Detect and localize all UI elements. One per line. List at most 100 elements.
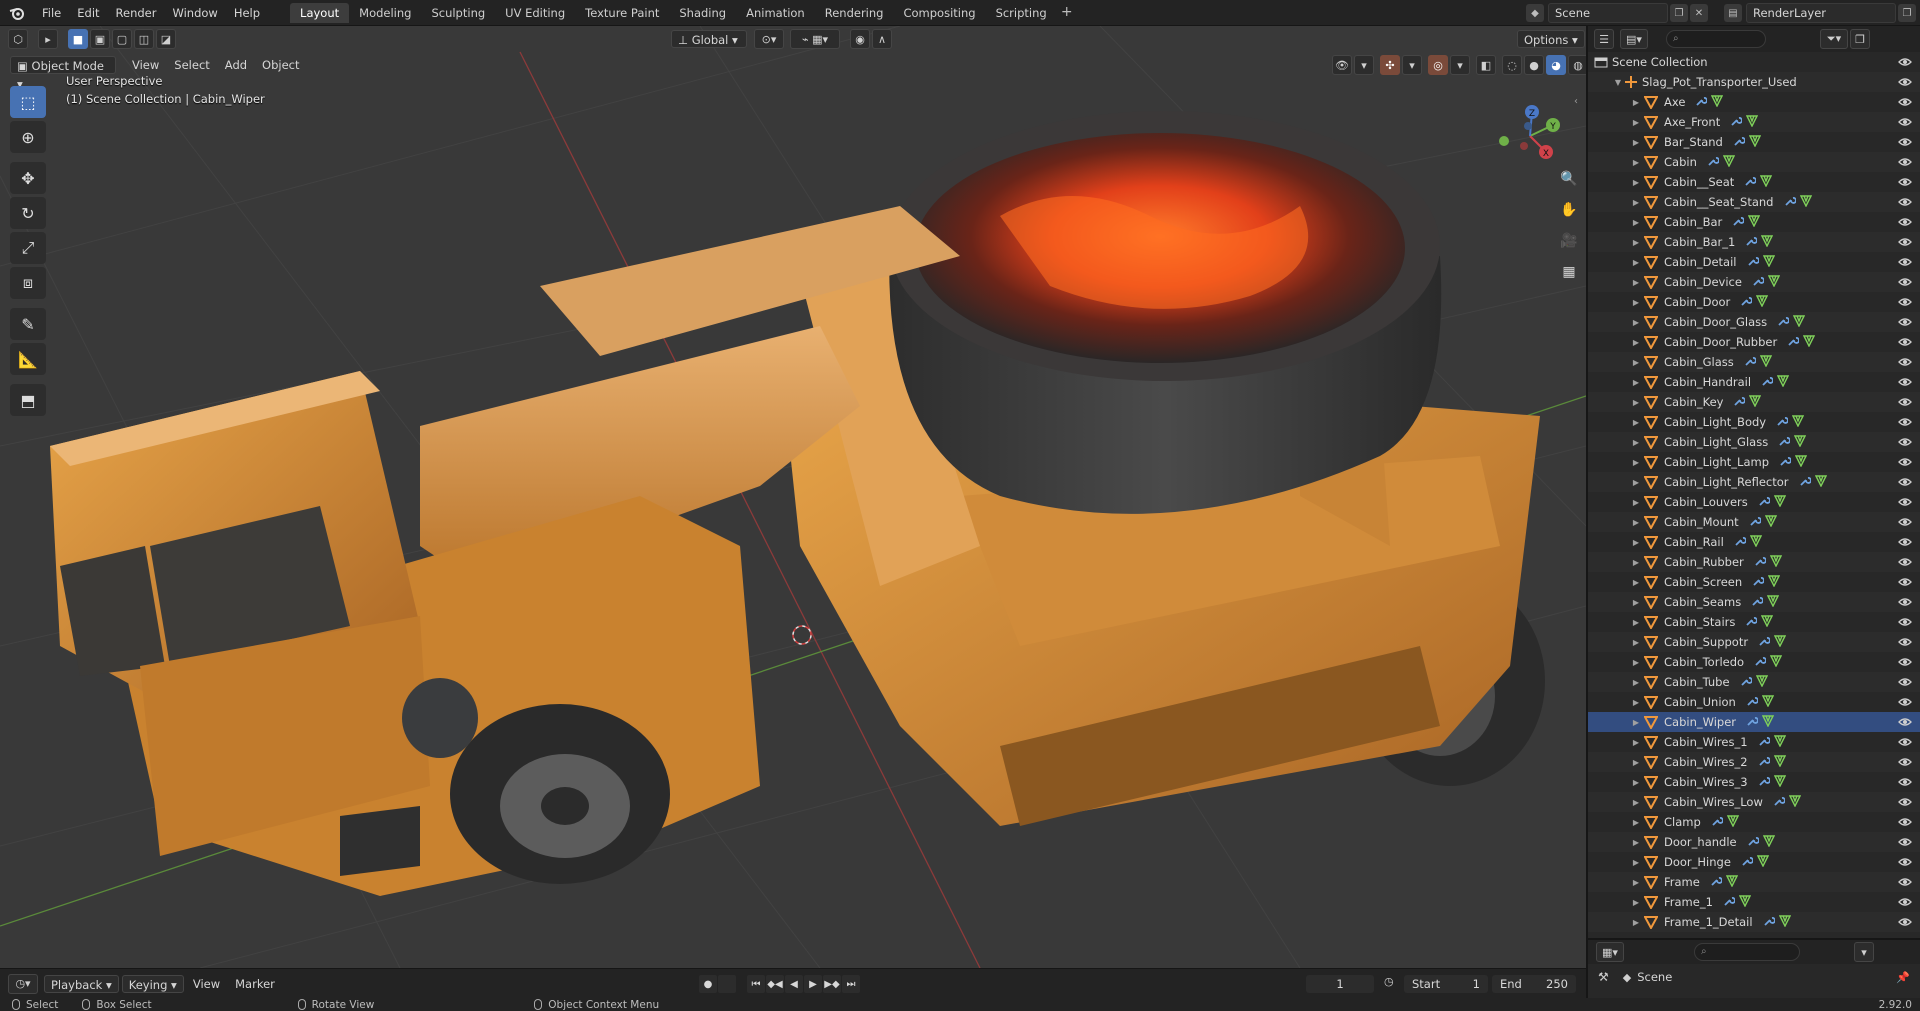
visibility-eye-icon[interactable] — [1898, 835, 1912, 849]
camera-view-icon[interactable]: 🎥 — [1556, 228, 1582, 254]
visibility-eye-icon[interactable] — [1898, 195, 1912, 209]
visibility-eye-icon[interactable] — [1898, 535, 1912, 549]
options-dropdown[interactable]: Options ▾ — [1517, 30, 1585, 48]
measure-tool-icon[interactable]: 📐 — [10, 343, 46, 375]
playback-dropdown[interactable]: Playback ▾ — [44, 974, 119, 993]
outliner-item[interactable]: ▶ Cabin_Torledo — [1588, 652, 1920, 672]
outliner-item[interactable]: ▶ Cabin_Suppotr — [1588, 632, 1920, 652]
mesh-data-icon[interactable] — [1711, 94, 1724, 110]
mesh-data-icon[interactable] — [1773, 494, 1786, 510]
mesh-data-icon[interactable] — [1759, 354, 1772, 370]
mesh-data-icon[interactable] — [1749, 534, 1762, 550]
visibility-eye-icon[interactable] — [1898, 355, 1912, 369]
menu-window[interactable]: Window — [164, 0, 225, 26]
outliner-item[interactable]: ▶ Cabin — [1588, 152, 1920, 172]
expand-arrow-icon[interactable]: ▶ — [1630, 98, 1642, 107]
play-icon[interactable]: ▶ — [804, 975, 822, 993]
visibility-eye-icon[interactable] — [1898, 315, 1912, 329]
current-frame-field[interactable]: 1 — [1306, 975, 1374, 993]
expand-arrow-icon[interactable]: ▶ — [1630, 678, 1642, 687]
outliner-object-root[interactable]: ▼ Slag_Pot_Transporter_Used — [1588, 72, 1920, 92]
close-scene-icon[interactable]: ✕ — [1690, 4, 1708, 22]
transform-orientation-dropdown[interactable]: ⊥ Global ▾ — [671, 30, 747, 48]
add-workspace-button[interactable]: + — [1057, 3, 1077, 23]
outliner-item[interactable]: ▶ Axe — [1588, 92, 1920, 112]
mesh-data-icon[interactable] — [1767, 594, 1780, 610]
mesh-data-icon[interactable] — [1799, 194, 1812, 210]
ortho-grid-icon[interactable]: ▦ — [1556, 259, 1582, 285]
select-intersect-icon[interactable]: ◪ — [156, 29, 176, 49]
mesh-data-icon[interactable] — [1761, 614, 1774, 630]
modifier-wrench-icon[interactable] — [1763, 915, 1776, 930]
visibility-eye-icon[interactable] — [1898, 695, 1912, 709]
mesh-data-icon[interactable] — [1768, 574, 1781, 590]
gizmo-neg-y-icon[interactable] — [1499, 136, 1509, 146]
mesh-data-icon[interactable] — [1773, 754, 1786, 770]
outliner-item[interactable]: ▶ Cabin_Handrail — [1588, 372, 1920, 392]
visibility-eye-icon[interactable] — [1898, 735, 1912, 749]
xray-icon[interactable]: ◧ — [1476, 55, 1496, 75]
expand-arrow-icon[interactable]: ▼ — [1612, 78, 1624, 87]
mesh-data-icon[interactable] — [1755, 674, 1768, 690]
properties-options-icon[interactable]: ▾ — [1854, 942, 1874, 962]
mesh-data-icon[interactable] — [1814, 474, 1827, 490]
tab-texture-paint[interactable]: Texture Paint — [575, 3, 669, 23]
modifier-wrench-icon[interactable] — [1799, 475, 1812, 490]
modifier-wrench-icon[interactable] — [1749, 515, 1762, 530]
outliner-item[interactable]: ▶ Frame_1_Detail — [1588, 912, 1920, 932]
modifier-wrench-icon[interactable] — [1778, 435, 1791, 450]
visibility-eye-icon[interactable] — [1898, 175, 1912, 189]
outliner-scene-collection[interactable]: Scene Collection — [1588, 52, 1920, 72]
zoom-icon[interactable]: 🔍 — [1556, 166, 1582, 192]
scene-name-field[interactable]: Scene — [1548, 3, 1668, 23]
outliner-item[interactable]: ▶ Cabin_Door_Rubber — [1588, 332, 1920, 352]
visibility-eye-icon[interactable] — [1898, 275, 1912, 289]
modifier-wrench-icon[interactable] — [1733, 395, 1747, 410]
modifier-wrench-icon[interactable] — [1732, 215, 1746, 230]
outliner-item[interactable]: ▶ Cabin_Bar — [1588, 212, 1920, 232]
mesh-data-icon[interactable] — [1725, 874, 1738, 890]
visibility-eye-icon[interactable] — [1898, 475, 1912, 489]
expand-arrow-icon[interactable]: ▶ — [1630, 558, 1642, 567]
modifier-wrench-icon[interactable] — [1745, 235, 1759, 250]
visibility-eye-icon[interactable] — [1898, 115, 1912, 129]
mesh-data-icon[interactable] — [1791, 414, 1805, 430]
modifier-wrench-icon[interactable] — [1777, 315, 1790, 330]
outliner-item[interactable]: ▶ Cabin_Wiper — [1588, 712, 1920, 732]
select-tool-icon[interactable]: ▸ — [38, 29, 58, 49]
menu-render[interactable]: Render — [108, 0, 165, 26]
visibility-eye-icon[interactable] — [1898, 155, 1912, 169]
mesh-data-icon[interactable] — [1773, 734, 1786, 750]
expand-arrow-icon[interactable]: ▶ — [1630, 898, 1642, 907]
transform-tool-icon[interactable]: ⧈ — [10, 267, 46, 299]
expand-arrow-icon[interactable]: ▶ — [1630, 398, 1642, 407]
outliner-item[interactable]: ▶ Cabin_Key — [1588, 392, 1920, 412]
modifier-wrench-icon[interactable] — [1787, 335, 1800, 350]
modifier-wrench-icon[interactable] — [1784, 195, 1797, 210]
outliner-item[interactable]: ▶ Door_handle — [1588, 832, 1920, 852]
expand-arrow-icon[interactable]: ▶ — [1630, 798, 1642, 807]
mesh-data-icon[interactable] — [1748, 214, 1761, 230]
modifier-wrench-icon[interactable] — [1711, 815, 1724, 830]
modifier-wrench-icon[interactable] — [1779, 455, 1792, 470]
outliner-item[interactable]: ▶ Frame_1 — [1588, 892, 1920, 912]
modifier-wrench-icon[interactable] — [1776, 415, 1789, 430]
expand-arrow-icon[interactable]: ▶ — [1630, 178, 1642, 187]
modifier-wrench-icon[interactable] — [1773, 795, 1786, 810]
modifier-wrench-icon[interactable] — [1761, 375, 1774, 390]
mesh-data-icon[interactable] — [1760, 174, 1773, 190]
outliner-item[interactable]: ▶ Cabin_Detail — [1588, 252, 1920, 272]
modifier-wrench-icon[interactable] — [1740, 675, 1753, 690]
rendered-shading-icon[interactable]: ◍ — [1568, 55, 1586, 75]
outliner-item[interactable]: ▶ Clamp — [1588, 812, 1920, 832]
expand-arrow-icon[interactable]: ▶ — [1630, 458, 1642, 467]
record-icon[interactable]: ● — [699, 975, 717, 993]
filter-icon[interactable]: ⏷▾ — [1820, 29, 1848, 49]
mesh-data-icon[interactable] — [1776, 374, 1790, 390]
visibility-eye-icon[interactable] — [1898, 515, 1912, 529]
modifier-wrench-icon[interactable] — [1751, 595, 1765, 610]
mesh-data-icon[interactable] — [1761, 714, 1775, 730]
select-extend-icon[interactable]: ▣ — [90, 29, 110, 49]
proportional-edit-icon[interactable]: ◉ — [850, 29, 870, 49]
expand-arrow-icon[interactable]: ▶ — [1630, 698, 1642, 707]
